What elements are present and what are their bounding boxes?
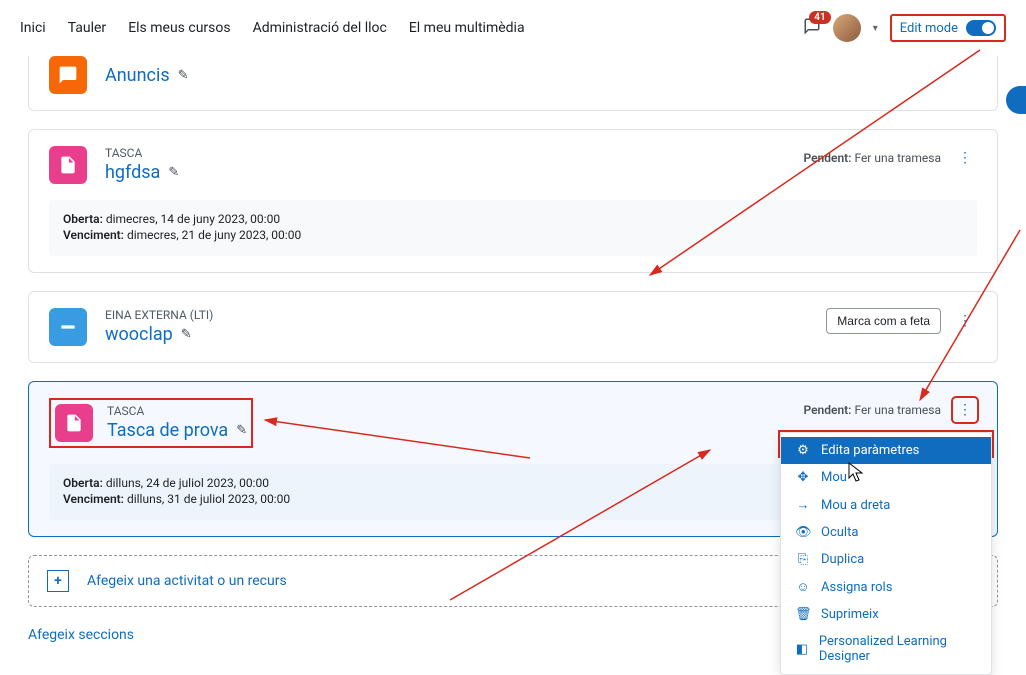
eye-icon: 👁 [795,525,811,540]
hgfdsa-link[interactable]: hgfdsa ✎ [105,162,179,183]
chat-badge: 41 [809,11,830,24]
pencil-icon[interactable]: ✎ [168,165,179,180]
tasca-link[interactable]: Tasca de prova ✎ [107,420,247,441]
assignment-icon [49,146,87,184]
kebab-menu[interactable]: ⋮ [953,146,977,170]
topbar-right: 41 ▾ Edit mode [803,14,1006,42]
user-icon: ☺ [795,579,811,595]
pencil-icon[interactable]: ✎ [236,423,247,438]
plus-icon: + [47,570,69,592]
anuncis-link[interactable]: Anuncis ✎ [105,65,189,86]
chat-icon[interactable]: 41 [803,17,821,39]
activity-hgfdsa: TASCA hgfdsa ✎ Pendent: Fer una tramesa … [28,129,998,273]
copy-icon: ⎘ [795,552,811,567]
kebab-menu[interactable]: ⋮ [953,309,977,333]
nav-cursos[interactable]: Els meus cursos [128,20,230,36]
edit-mode-toggle-container: Edit mode [890,14,1006,42]
topbar: Inici Tauler Els meus cursos Administrac… [0,0,1026,56]
activity-anuncis: Anuncis ✎ [28,56,998,111]
menu-delete[interactable]: 🗑Suprimeix [781,601,991,628]
tasca-title: Tasca de prova [107,420,228,441]
anuncis-title: Anuncis [105,65,170,86]
tasca-type: TASCA [107,404,247,418]
assignment-icon [55,404,93,442]
edit-mode-toggle[interactable] [966,20,996,36]
wooclap-link[interactable]: wooclap ✎ [105,324,192,345]
menu-edit-settings[interactable]: ⚙Edita paràmetres [781,437,991,464]
gear-icon: ⚙ [795,443,811,458]
pld-icon: ◧ [795,642,809,657]
trash-icon: 🗑 [795,607,811,622]
nav-inici[interactable]: Inici [20,20,46,36]
avatar[interactable] [833,14,861,42]
menu-hide[interactable]: 👁Oculta [781,519,991,546]
side-drawer-toggle[interactable] [1006,86,1026,114]
hgfdsa-status: Pendent: Fer una tramesa [803,151,941,165]
menu-assign-roles[interactable]: ☺Assigna rols [781,573,991,601]
menu-pld[interactable]: ◧Personalized Learning Designer [781,628,991,670]
pencil-icon[interactable]: ✎ [181,327,192,342]
move-icon: ✥ [795,470,811,485]
tasca-status: Pendent: Fer una tramesa [803,403,941,417]
menu-duplicate[interactable]: ⎘Duplica [781,546,991,573]
kebab-menu[interactable]: ⋮ [953,398,977,422]
activity-wooclap: EINA EXTERNA (LTI) wooclap ✎ Marca com a… [28,291,998,363]
edit-mode-label: Edit mode [900,21,958,36]
forum-icon [49,56,87,94]
nav-tauler[interactable]: Tauler [68,20,107,36]
menu-move-right[interactable]: →Mou a dreta [781,491,991,519]
chevron-down-icon[interactable]: ▾ [873,23,878,34]
nav-admin[interactable]: Administració del lloc [253,20,387,36]
add-activity-label: Afegeix una activitat o un recurs [87,573,287,589]
mark-done-button[interactable]: Marca com a feta [826,308,941,334]
activity-dropdown: ⚙Edita paràmetres ✥Mou →Mou a dreta 👁Ocu… [780,432,992,675]
lti-icon [49,308,87,346]
highlight-box: TASCA Tasca de prova ✎ [49,398,253,448]
arrow-right-icon: → [795,497,811,513]
hgfdsa-title: hgfdsa [105,162,160,183]
main-nav: Inici Tauler Els meus cursos Administrac… [20,20,525,36]
wooclap-title: wooclap [105,324,173,345]
menu-move[interactable]: ✥Mou [781,464,991,491]
hgfdsa-dates: Oberta: dimecres, 14 de juny 2023, 00:00… [49,200,977,256]
pencil-icon[interactable]: ✎ [178,68,189,83]
nav-multimedia[interactable]: El meu multimèdia [409,20,525,36]
